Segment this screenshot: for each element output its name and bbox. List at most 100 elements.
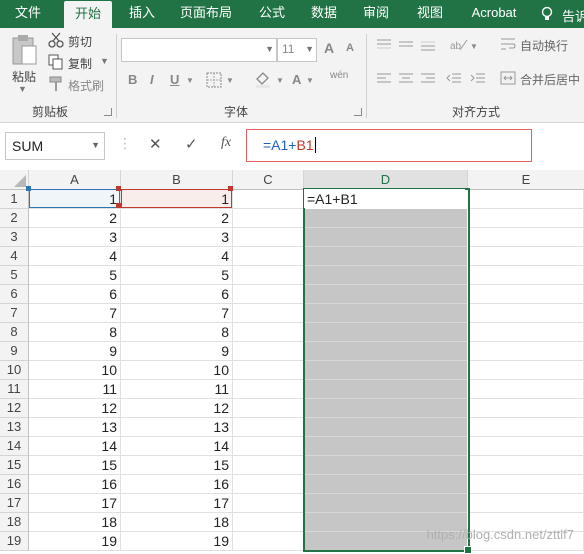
cell-d-selected[interactable] (304, 247, 467, 266)
cell-c[interactable] (233, 247, 304, 266)
cell-c[interactable] (233, 361, 304, 380)
font-size-dropdown-icon[interactable]: ▼ (305, 44, 314, 54)
row-header[interactable]: 4 (0, 247, 29, 266)
column-header-b[interactable]: B (121, 170, 233, 190)
cell-b[interactable]: 2 (121, 209, 233, 228)
cell-e[interactable] (468, 285, 584, 304)
cell-d-selected[interactable] (304, 209, 467, 228)
align-middle-icon[interactable] (398, 38, 414, 55)
row-header[interactable]: 18 (0, 513, 29, 532)
grow-font-icon[interactable]: A (324, 40, 334, 56)
cell-c[interactable] (233, 209, 304, 228)
active-cell-d1[interactable]: =A1+B1 (304, 189, 465, 208)
cell-d-selected[interactable] (304, 285, 467, 304)
tab-insert[interactable]: 插入 (120, 0, 164, 28)
cell-c[interactable] (233, 190, 304, 209)
ref-handle-icon[interactable] (26, 186, 31, 191)
align-bottom-icon[interactable] (420, 38, 436, 55)
align-right-icon[interactable] (420, 72, 436, 89)
cell-a[interactable]: 9 (29, 342, 121, 361)
row-header[interactable]: 14 (0, 437, 29, 456)
tab-home[interactable]: 开始 (64, 1, 112, 28)
cell-b[interactable]: 11 (121, 380, 233, 399)
orientation-dropdown-icon[interactable]: ▼ (470, 42, 478, 51)
merge-center-button[interactable]: 合并后居中 (500, 70, 584, 88)
insert-function-icon[interactable]: fx (221, 135, 231, 151)
cell-b[interactable]: 9 (121, 342, 233, 361)
cell-d-selected[interactable] (304, 304, 467, 323)
cell-c[interactable] (233, 494, 304, 513)
row-header[interactable]: 17 (0, 494, 29, 513)
row-header[interactable]: 2 (0, 209, 29, 228)
align-left-icon[interactable] (376, 72, 392, 89)
row-header[interactable]: 16 (0, 475, 29, 494)
column-header-d[interactable]: D (304, 170, 468, 190)
column-header-a[interactable]: A (29, 170, 121, 190)
fill-handle-icon[interactable] (464, 546, 472, 554)
format-painter-button[interactable]: 格式刷 (48, 76, 118, 94)
cancel-formula-icon[interactable]: ✕ (149, 135, 162, 153)
copy-button[interactable]: 复制 ▼ (48, 54, 118, 72)
cell-d-selected[interactable] (304, 494, 467, 513)
cell-c[interactable] (233, 399, 304, 418)
cell-b[interactable]: 8 (121, 323, 233, 342)
bold-button[interactable]: B (128, 72, 137, 87)
cell-e[interactable] (468, 323, 584, 342)
cell-e[interactable] (468, 190, 584, 209)
font-color-dropdown-icon[interactable]: ▼ (306, 76, 314, 85)
cell-e[interactable] (468, 342, 584, 361)
shrink-font-icon[interactable]: A (346, 42, 354, 54)
cell-e[interactable] (468, 399, 584, 418)
cell-b[interactable]: 4 (121, 247, 233, 266)
border-icon[interactable] (206, 72, 222, 91)
select-all-corner[interactable] (0, 170, 29, 190)
cell-a[interactable]: 4 (29, 247, 121, 266)
tab-file[interactable]: 文件 (6, 0, 50, 28)
name-box[interactable]: SUM ▼ (5, 132, 105, 160)
cell-b[interactable]: 18 (121, 513, 233, 532)
cell-d-selected[interactable] (304, 475, 467, 494)
cell-e[interactable] (468, 380, 584, 399)
cell-e[interactable] (468, 228, 584, 247)
column-header-c[interactable]: C (233, 170, 304, 190)
cell-a[interactable]: 2 (29, 209, 121, 228)
cell-e[interactable] (468, 209, 584, 228)
cell-a[interactable]: 13 (29, 418, 121, 437)
tab-page-layout[interactable]: 页面布局 (174, 0, 238, 28)
cell-d-selected[interactable] (304, 456, 467, 475)
ref-handle-icon[interactable] (116, 203, 121, 208)
cell-a[interactable]: 12 (29, 399, 121, 418)
cell-a[interactable]: 11 (29, 380, 121, 399)
orientation-icon[interactable]: ab (450, 36, 468, 55)
row-header[interactable]: 7 (0, 304, 29, 323)
cell-d-selected[interactable] (304, 323, 467, 342)
cell-b[interactable]: 15 (121, 456, 233, 475)
cell-b[interactable]: 14 (121, 437, 233, 456)
cell-a[interactable]: 15 (29, 456, 121, 475)
cell-d-selected[interactable] (304, 361, 467, 380)
row-header[interactable]: 6 (0, 285, 29, 304)
increase-indent-icon[interactable] (470, 72, 486, 89)
cell-d-selected[interactable] (304, 266, 467, 285)
cell-e[interactable] (468, 494, 584, 513)
cell-c[interactable] (233, 418, 304, 437)
phonetic-guide-icon[interactable]: wén (330, 70, 348, 81)
cell-b[interactable]: 12 (121, 399, 233, 418)
cell-a[interactable]: 16 (29, 475, 121, 494)
font-color-icon[interactable]: A (292, 72, 301, 87)
cell-e[interactable] (468, 361, 584, 380)
row-header[interactable]: 10 (0, 361, 29, 380)
column-header-e[interactable]: E (468, 170, 584, 190)
cell-b[interactable]: 5 (121, 266, 233, 285)
wrap-text-button[interactable]: 自动换行 (500, 36, 582, 54)
row-header[interactable]: 9 (0, 342, 29, 361)
cell-d-selected[interactable] (304, 228, 467, 247)
cell-d-selected[interactable] (304, 437, 467, 456)
cell-d-selected[interactable] (304, 418, 467, 437)
align-center-icon[interactable] (398, 72, 414, 89)
cell-b[interactable]: 17 (121, 494, 233, 513)
font-name-input[interactable]: ▼ (121, 38, 277, 62)
cell-b[interactable]: 10 (121, 361, 233, 380)
cell-c[interactable] (233, 513, 304, 532)
row-header[interactable]: 15 (0, 456, 29, 475)
